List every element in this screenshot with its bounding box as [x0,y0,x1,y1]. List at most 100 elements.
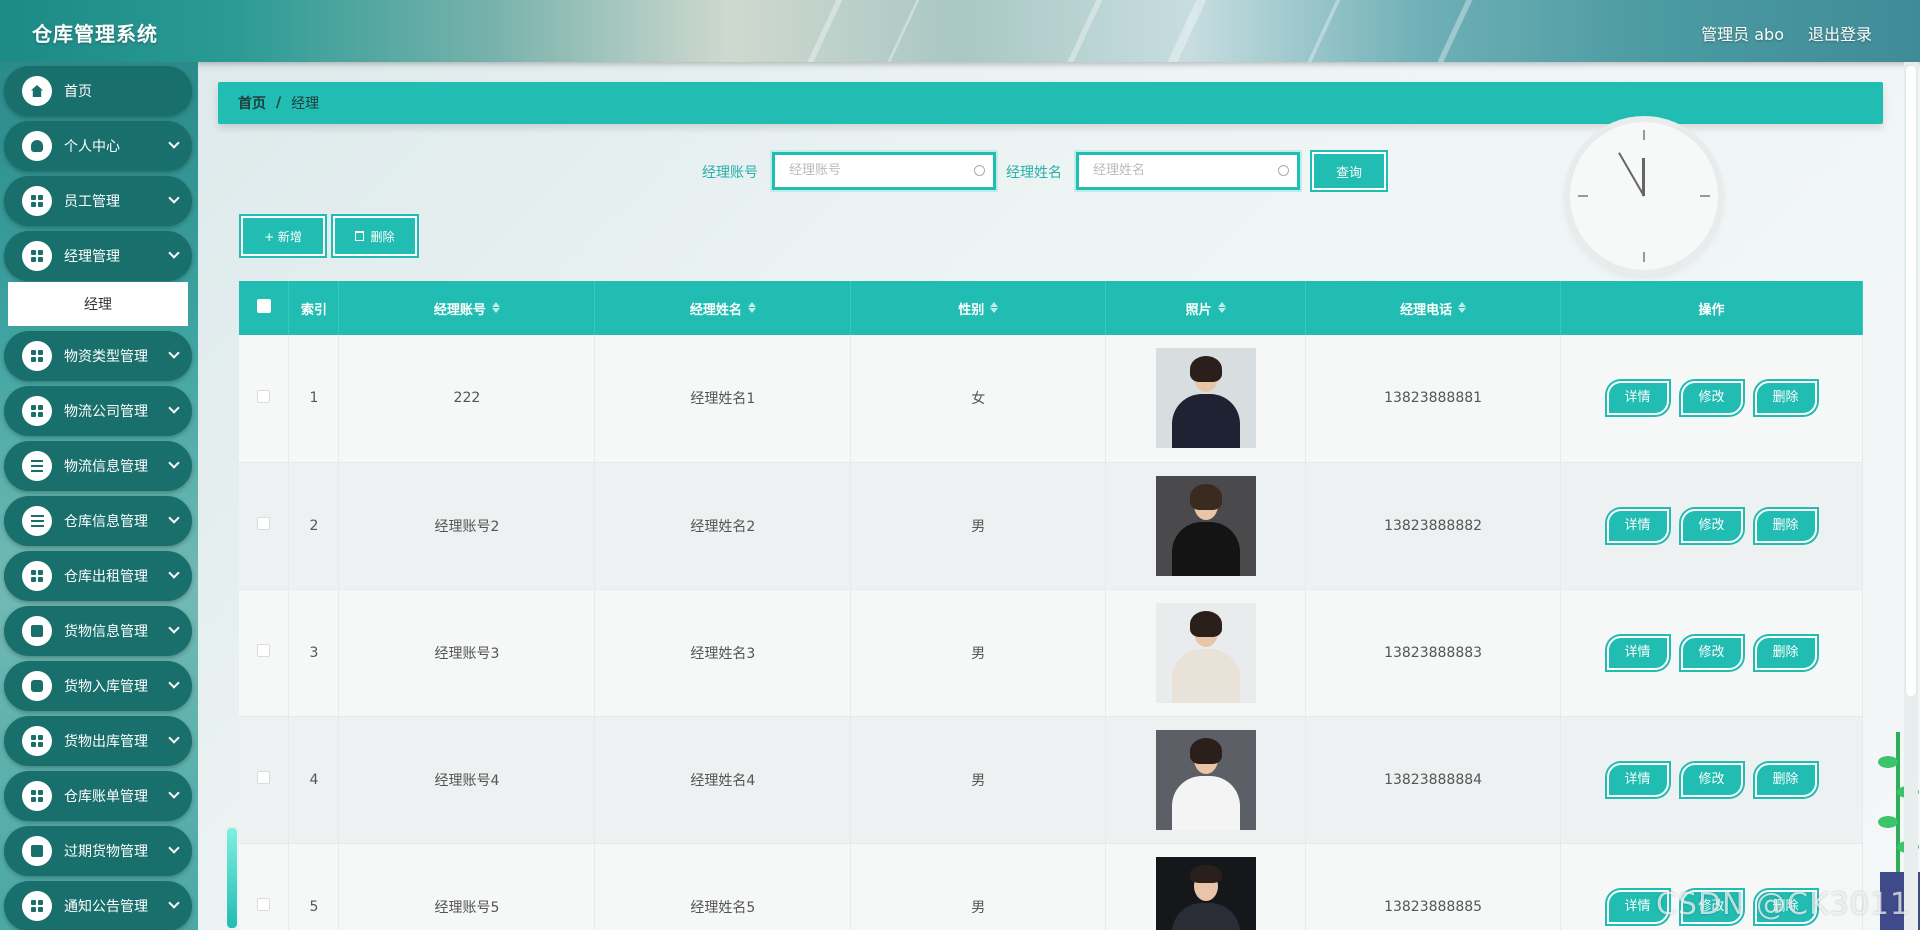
sliders-icon [22,506,52,536]
row-select-cell[interactable] [239,335,290,463]
edit-button[interactable]: 修改 [1680,508,1743,543]
chevron-down-icon [168,677,180,689]
delete-button[interactable]: 删除 [1754,762,1817,797]
cell-gender: 男 [850,843,1107,930]
edit-button[interactable]: 修改 [1680,762,1743,797]
chevron-down-icon [168,402,180,414]
table-row: 4 经理账号4 经理姓名4 男 13823888884 详情 修改 删除 [239,716,1863,844]
header-account[interactable]: 经理账号 [338,281,596,335]
cell-name: 经理姓名4 [594,716,852,844]
cell-index: 1 [288,335,340,463]
manager-photo [1155,856,1256,930]
sidebar-item-warehouse-info[interactable]: 仓库信息管理 [4,496,192,546]
sidebar-subitem-manager[interactable]: 经理 [8,282,188,326]
sidebar-item-announcements[interactable]: 通知公告管理 [4,881,192,930]
detail-button[interactable]: 详情 [1606,508,1669,543]
edit-button[interactable]: 修改 [1680,381,1743,416]
sort-icon[interactable] [491,301,500,313]
row-select-cell[interactable] [239,589,290,717]
select-all-checkbox[interactable] [256,299,271,313]
sidebar-item-warehouse-rental[interactable]: 仓库出租管理 [4,551,192,601]
chevron-down-icon [168,787,180,799]
detail-button[interactable]: 详情 [1606,762,1669,797]
manager-photo [1155,602,1256,703]
grid-icon [22,186,52,216]
cell-phone: 13823888883 [1305,589,1562,717]
row-checkbox[interactable] [257,644,271,657]
cell-operations: 详情 修改 删除 [1560,335,1863,463]
add-button[interactable]: + 新增 [241,216,325,256]
sidebar-item-expired-goods[interactable]: 过期货物管理 [4,826,192,876]
search-bar: 经理账号 经理姓名 查询 [0,152,1920,190]
sidebar-item-label: 仓库出租管理 [64,569,148,585]
sidebar-item-label: 仓库账单管理 [64,789,148,805]
sidebar-item-managers[interactable]: 经理管理 [4,231,192,281]
detail-button[interactable]: 详情 [1606,635,1669,670]
row-select-cell[interactable] [239,462,290,590]
row-select-cell[interactable] [239,843,290,930]
sidebar-item-goods-outbound[interactable]: 货物出库管理 [4,716,192,766]
header-phone[interactable]: 经理电话 [1305,281,1562,335]
row-checkbox[interactable] [257,517,271,530]
cell-phone: 13823888882 [1305,462,1562,590]
account-search-field[interactable] [772,152,996,190]
watermark: CSDN @CK3011 [1655,887,1910,922]
current-user-label: 管理员 abo [1701,25,1784,44]
sort-icon[interactable] [1458,301,1467,313]
header-gender[interactable]: 性别 [850,281,1107,335]
header-decoration [0,0,1920,62]
row-checkbox[interactable] [257,771,271,784]
sort-icon[interactable] [1217,301,1226,313]
sidebar-item-label: 通知公告管理 [64,899,148,915]
name-search-input[interactable] [1079,155,1259,185]
bulk-delete-button[interactable]: 删除 [333,216,417,256]
breadcrumb-home[interactable]: 首页 [238,93,266,113]
cell-photo [1105,335,1307,463]
name-search-field[interactable] [1076,152,1300,190]
header-phone-label: 经理电话 [1400,302,1453,318]
search-icon [974,165,985,176]
delete-button[interactable]: 删除 [1754,381,1817,416]
chevron-down-icon [168,567,180,579]
cell-photo [1105,716,1307,844]
edit-button[interactable]: 修改 [1680,635,1743,670]
logout-link[interactable]: 退出登录 [1808,21,1872,45]
delete-button[interactable]: 删除 [1754,508,1817,543]
select-all-header[interactable] [239,281,290,335]
row-checkbox[interactable] [257,389,271,403]
sidebar-item-goods-inbound[interactable]: 货物入库管理 [4,661,192,711]
chart-icon [22,836,52,866]
managers-table: 索引 经理账号 经理姓名 性别 照片 经理电话 操作 1 222 经理姓名1 女… [239,281,1863,930]
row-checkbox[interactable] [257,898,271,911]
manager-photo [1155,475,1256,576]
header-photo[interactable]: 照片 [1105,281,1307,335]
detail-button[interactable]: 详情 [1606,381,1669,416]
vertical-scrollbar[interactable] [1904,62,1918,930]
row-select-cell[interactable] [239,716,290,844]
sidebar-item-logistics-info[interactable]: 物流信息管理 [4,441,192,491]
bulk-delete-label: 删除 [370,229,395,244]
sort-icon[interactable] [747,301,756,313]
cell-gender: 男 [850,462,1107,590]
sidebar-item-warehouse-bills[interactable]: 仓库账单管理 [4,771,192,821]
query-button[interactable]: 查询 [1312,152,1386,190]
breadcrumb-current: 经理 [291,96,320,112]
delete-button[interactable]: 删除 [1754,635,1817,670]
sidebar-item-home[interactable]: 首页 [4,66,192,116]
scrollbar-thumb[interactable] [1906,66,1916,696]
header-index: 索引 [288,281,340,335]
sidebar-item-logistics-companies[interactable]: 物流公司管理 [4,386,192,436]
cell-operations: 详情 修改 删除 [1560,716,1863,844]
cell-gender: 女 [850,335,1107,463]
account-search-input[interactable] [775,155,955,185]
sidebar-item-label: 物资类型管理 [64,349,148,365]
sidebar-item-goods-info[interactable]: 货物信息管理 [4,606,192,656]
cell-account: 经理账号3 [338,589,596,717]
header-name[interactable]: 经理姓名 [594,281,852,335]
sidebar-item-material-types[interactable]: 物资类型管理 [4,331,192,381]
add-button-label: + 新增 [264,229,302,244]
chevron-down-icon [168,732,180,744]
sort-icon[interactable] [990,301,999,313]
cell-name: 经理姓名2 [594,462,852,590]
name-search-label: 经理姓名 [1006,165,1062,181]
